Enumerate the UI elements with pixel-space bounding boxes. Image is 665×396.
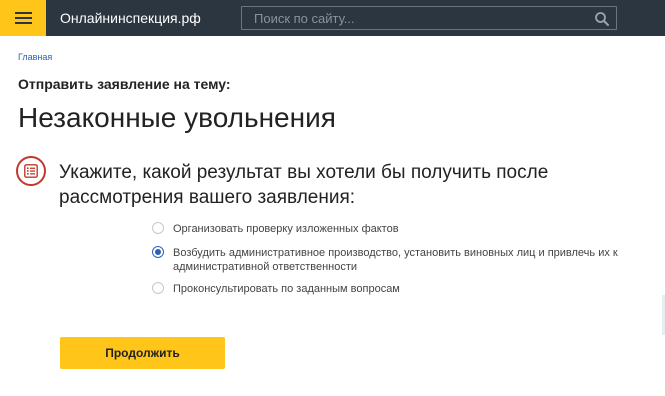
question-text: Укажите, какой результат вы хотели бы по… bbox=[59, 162, 549, 208]
topic-label: Отправить заявление на тему: bbox=[18, 76, 231, 92]
option-check-facts[interactable]: Организовать проверку изложенных фактов bbox=[152, 222, 622, 236]
option-label: Возбудить административное производство,… bbox=[173, 247, 618, 273]
option-radio[interactable] bbox=[152, 282, 164, 294]
breadcrumb-home-link[interactable]: Главная bbox=[18, 52, 52, 62]
site-header: Онлайнинспекция.рф bbox=[0, 0, 665, 36]
search-input[interactable] bbox=[242, 7, 594, 29]
option-radio[interactable] bbox=[152, 222, 164, 234]
site-title-link[interactable]: Онлайнинспекция.рф bbox=[60, 10, 201, 26]
option-administrative-case[interactable]: Возбудить административное производство,… bbox=[152, 246, 622, 276]
menu-button[interactable] bbox=[0, 0, 46, 36]
search-icon[interactable] bbox=[594, 11, 610, 27]
document-list-icon bbox=[16, 156, 46, 186]
search-box bbox=[241, 6, 617, 30]
option-radio-selected[interactable] bbox=[152, 246, 164, 258]
page-title: Незаконные увольнения bbox=[18, 102, 336, 133]
option-label: Организовать проверку изложенных фактов bbox=[173, 223, 399, 235]
continue-button[interactable]: Продолжить bbox=[60, 337, 225, 369]
option-label: Проконсультировать по заданным вопросам bbox=[173, 283, 400, 295]
option-consultation[interactable]: Проконсультировать по заданным вопросам bbox=[152, 282, 622, 296]
